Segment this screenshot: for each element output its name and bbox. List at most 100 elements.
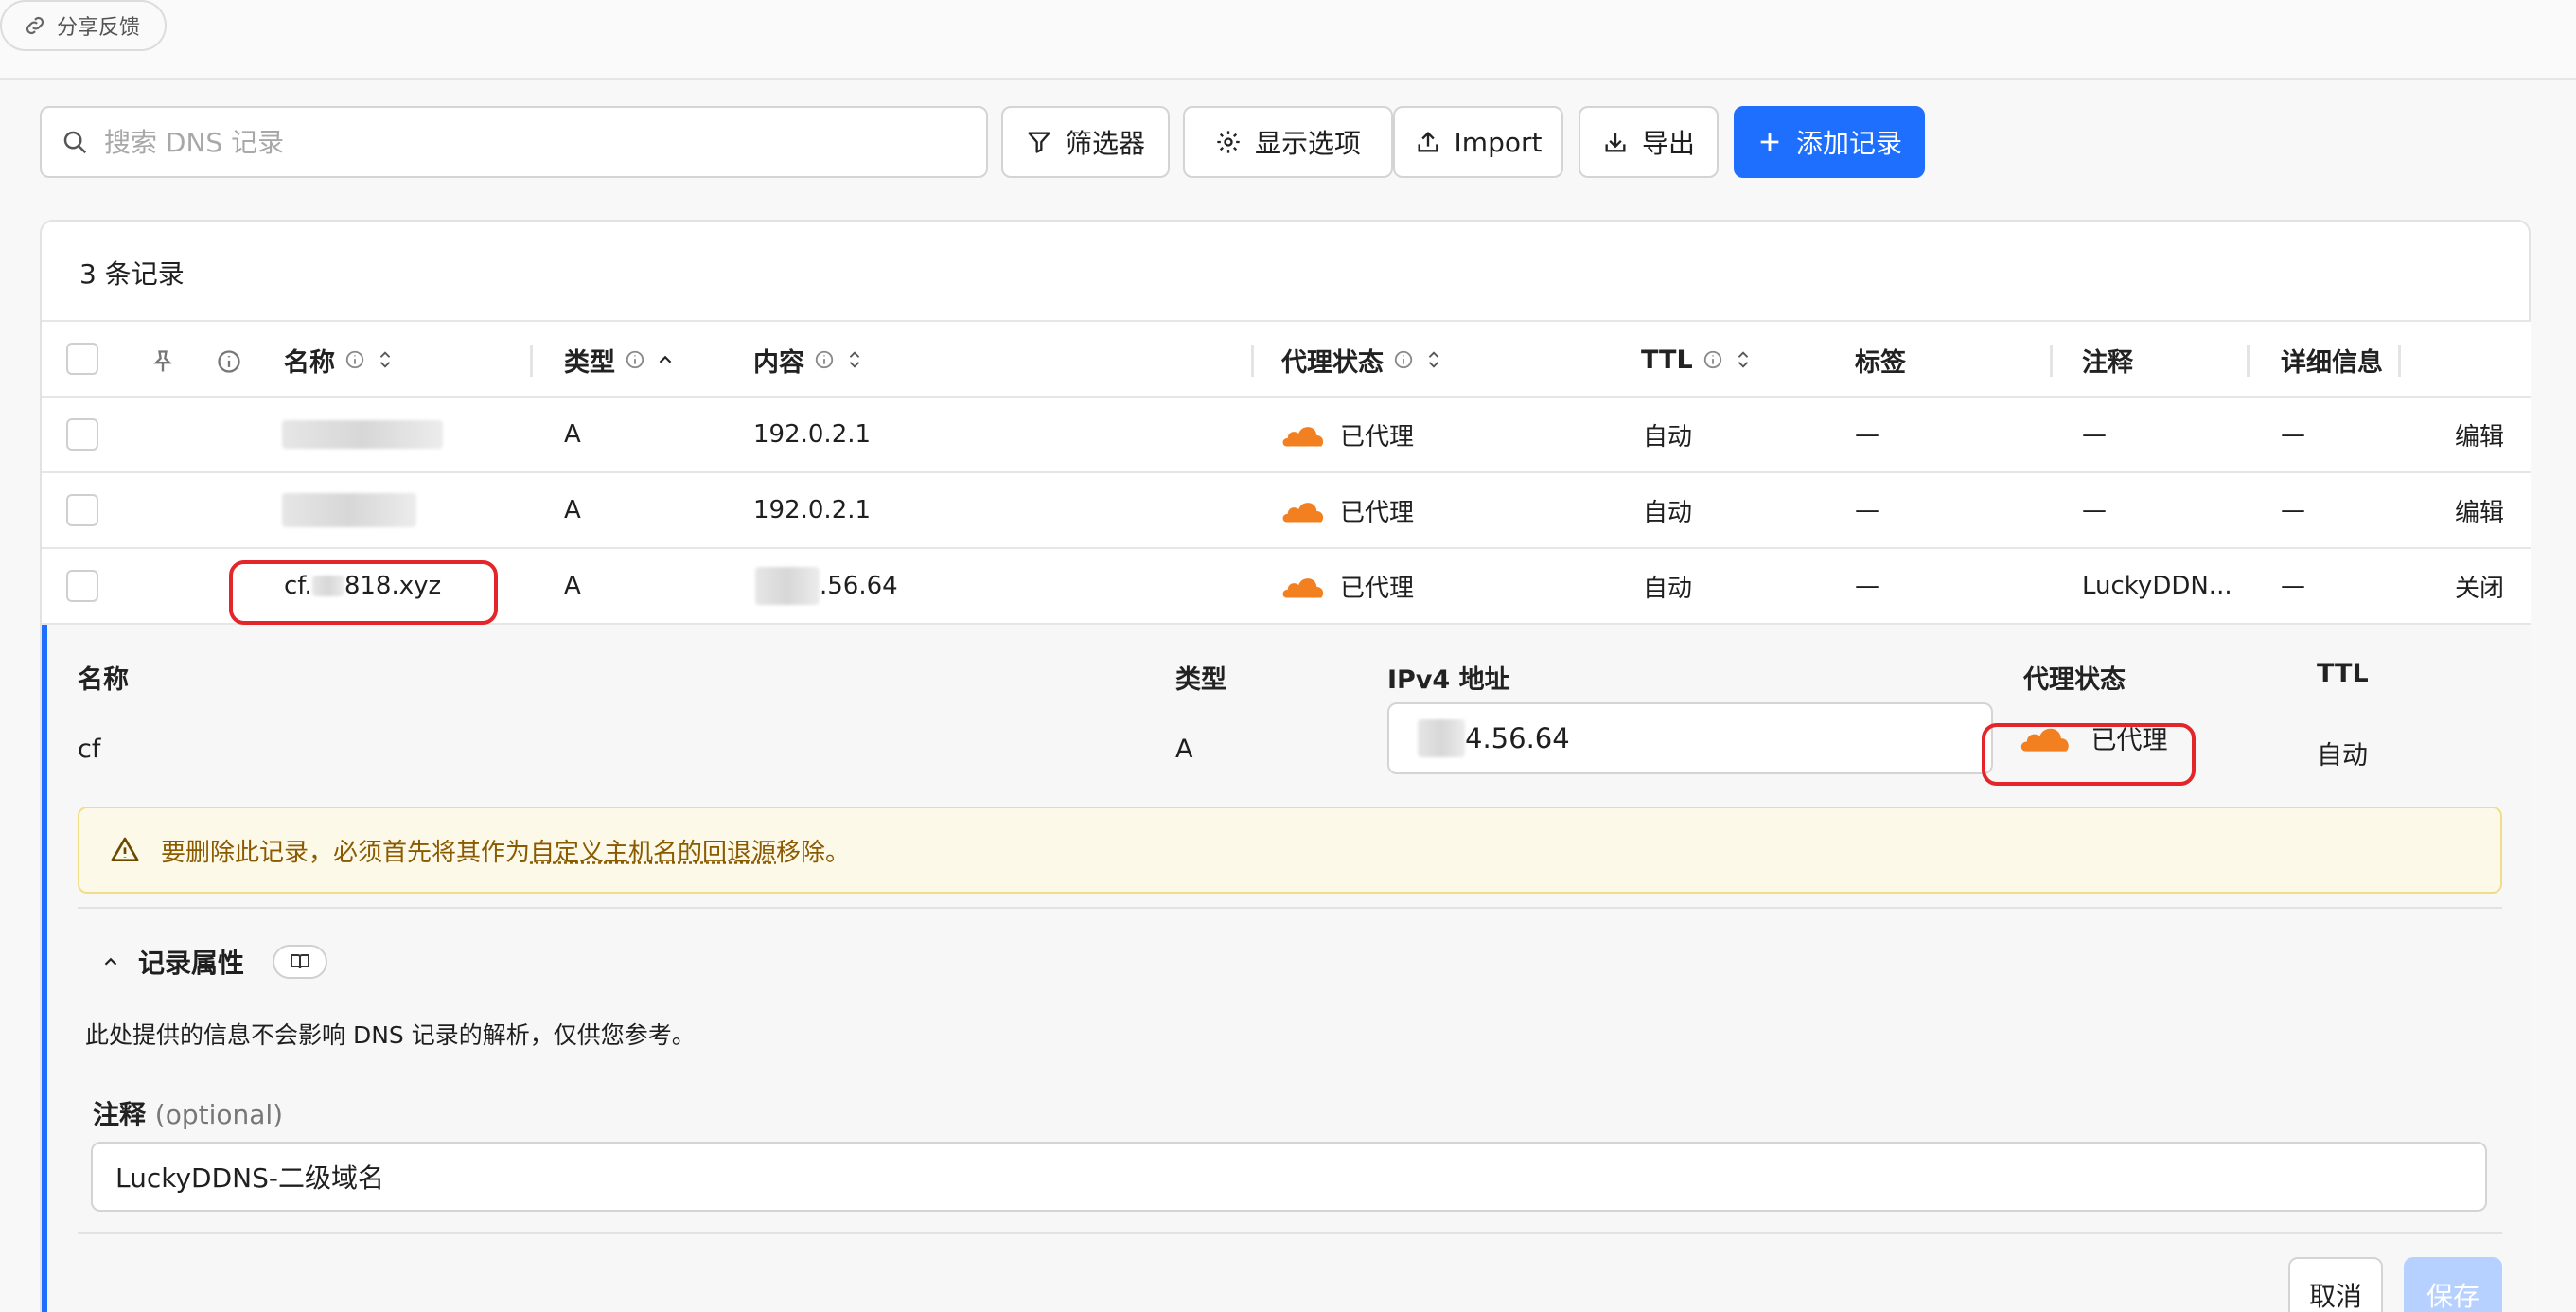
record-content-suffix: .56.64 <box>820 572 898 600</box>
chevron-up-icon <box>659 355 672 363</box>
edit-name-label: 名称 <box>78 665 129 695</box>
info-icon <box>1703 350 1721 369</box>
sort-icon <box>379 351 391 368</box>
filter-icon <box>1028 132 1050 153</box>
record-ttl: 自动 <box>1643 574 1693 603</box>
redacted-name <box>282 493 416 527</box>
warning-banner: 要删除此记录，必须首先将其作为自定义主机名的回退源移除。 <box>78 807 2502 894</box>
cloud-icon <box>1282 427 1324 447</box>
add-record-button[interactable]: 添加记录 <box>1734 106 1925 178</box>
optional-hint: (optional) <box>154 1099 284 1130</box>
record-content: 192.0.2.1 <box>753 496 872 524</box>
column-content-label: 内容 <box>753 347 804 378</box>
highlight-box-name <box>229 560 498 625</box>
table-row[interactable]: A 192.0.2.1 已代理 自动 — — — 编辑 <box>42 473 2531 549</box>
edit-button[interactable]: 编辑 <box>2455 398 2504 471</box>
pin-icon[interactable] <box>150 348 176 375</box>
filter-button[interactable]: 筛选器 <box>1001 106 1170 178</box>
edit-proxy-label: 代理状态 <box>2023 665 2126 695</box>
record-attributes-description: 此处提供的信息不会影响 DNS 记录的解析，仅供您参考。 <box>85 1021 696 1049</box>
column-content[interactable]: 内容 <box>753 322 865 398</box>
row-checkbox[interactable] <box>66 570 98 602</box>
edit-type-value: A <box>1175 735 1193 764</box>
comment-field-label: 注释 (optional) <box>93 1094 283 1132</box>
column-comment-label: 注释 <box>2082 347 2133 378</box>
proxy-status-label: 已代理 <box>1340 498 1415 527</box>
ipv4-value: 4.56.64 <box>1465 722 1570 754</box>
table-row[interactable]: A 192.0.2.1 已代理 自动 — — — 编辑 <box>42 398 2531 473</box>
record-type: A <box>564 572 581 600</box>
row-checkbox[interactable] <box>66 494 98 526</box>
record-details: — <box>2281 572 2305 600</box>
cloud-icon <box>1282 578 1324 598</box>
link-icon <box>26 16 44 35</box>
warning-suffix: 移除。 <box>776 838 851 867</box>
edit-button[interactable]: 编辑 <box>2455 473 2504 547</box>
column-comment[interactable]: 注释 <box>2082 322 2133 398</box>
record-type: A <box>564 420 581 449</box>
select-all-checkbox[interactable] <box>66 343 98 375</box>
column-separator[interactable] <box>1251 345 1254 377</box>
redacted-ip-part <box>755 567 820 605</box>
save-button[interactable]: 保存 <box>2404 1257 2502 1312</box>
record-ttl: 自动 <box>1643 498 1693 527</box>
cancel-button[interactable]: 取消 <box>2288 1257 2383 1312</box>
table-header: 名称 类型 内容 代理状态 TTL 标签 注释 详细信息 <box>42 320 2531 398</box>
display-options-button[interactable]: 显示选项 <box>1183 106 1393 178</box>
edit-name-value: cf <box>78 735 101 764</box>
column-separator[interactable] <box>2398 345 2401 377</box>
sort-icon <box>849 351 860 368</box>
record-content: 192.0.2.1 <box>753 420 872 449</box>
import-button[interactable]: Import <box>1393 106 1563 178</box>
search-icon <box>63 131 87 154</box>
highlight-box-proxy <box>1982 723 2196 786</box>
filter-label: 筛选器 <box>1065 128 1145 159</box>
column-separator[interactable] <box>2247 345 2250 377</box>
docs-button[interactable] <box>273 945 328 979</box>
record-name <box>282 398 443 471</box>
record-type: A <box>564 496 581 524</box>
record-name <box>282 473 416 547</box>
search-box[interactable] <box>40 106 988 178</box>
download-icon <box>1605 133 1626 152</box>
divider <box>78 907 2502 909</box>
export-button[interactable]: 导出 <box>1579 106 1719 178</box>
warning-prefix: 要删除此记录，必须首先将其作为 <box>161 838 531 867</box>
row-checkbox[interactable] <box>66 418 98 451</box>
column-details[interactable]: 详细信息 <box>2281 322 2383 398</box>
column-ttl[interactable]: TTL <box>1641 322 1754 398</box>
share-feedback-label: 分享反馈 <box>57 16 141 40</box>
column-separator[interactable] <box>2050 345 2053 377</box>
record-ttl: 自动 <box>1643 422 1693 452</box>
column-type[interactable]: 类型 <box>564 322 676 398</box>
chevron-up-icon <box>104 957 117 966</box>
close-button[interactable]: 关闭 <box>2455 549 2504 623</box>
column-separator[interactable] <box>530 345 533 377</box>
ipv4-input[interactable]: 4.56.64 <box>1387 702 1993 774</box>
sort-icon <box>1428 351 1439 368</box>
record-tags: — <box>1855 420 1879 449</box>
comment-input[interactable]: LuckyDDNS-二级域名 <box>91 1142 2487 1212</box>
top-bar: 分享反馈 <box>0 0 2576 80</box>
warning-icon <box>111 837 139 861</box>
info-icon <box>218 350 240 373</box>
column-proxy[interactable]: 代理状态 <box>1281 322 1444 398</box>
column-name[interactable]: 名称 <box>284 322 396 398</box>
plus-icon <box>1760 133 1779 151</box>
comment-label: 注释 <box>93 1099 147 1130</box>
edit-type-label: 类型 <box>1175 665 1226 695</box>
record-tags: — <box>1855 572 1879 600</box>
search-input[interactable] <box>104 126 956 158</box>
gear-icon <box>1217 131 1240 153</box>
redacted-name <box>282 420 443 449</box>
column-tags[interactable]: 标签 <box>1855 322 1906 398</box>
record-details: — <box>2281 420 2305 449</box>
record-comment: — <box>2082 496 2107 524</box>
upload-icon <box>1418 132 1438 152</box>
record-proxy: 已代理 <box>1281 473 1414 547</box>
column-tags-label: 标签 <box>1855 347 1906 378</box>
record-attributes-toggle[interactable]: 记录属性 <box>100 943 328 981</box>
fallback-origin-link[interactable]: 自定义主机名的回退源 <box>530 839 776 867</box>
share-feedback-button[interactable]: 分享反馈 <box>0 0 168 51</box>
proxy-status-label: 已代理 <box>1340 422 1415 452</box>
